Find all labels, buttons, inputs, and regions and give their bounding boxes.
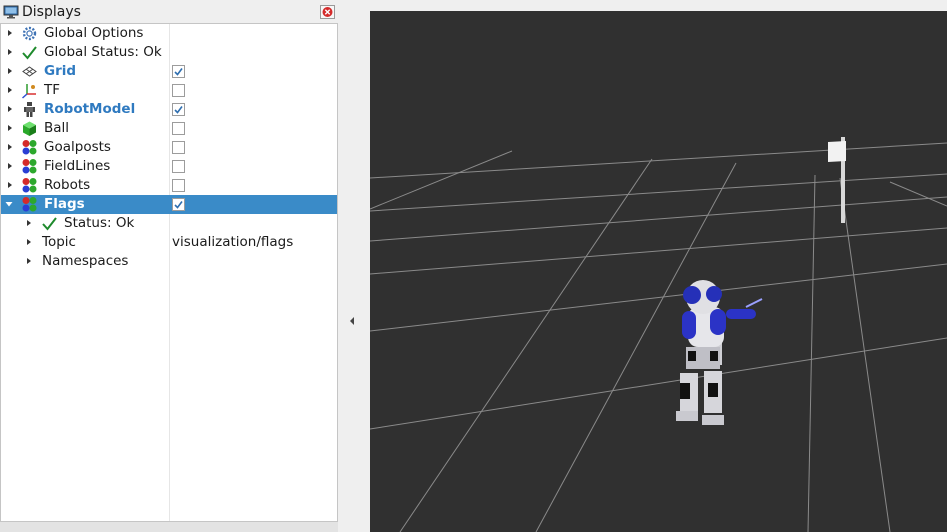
- scene-render: [370, 137, 947, 532]
- tree-row-fieldlines[interactable]: FieldLines: [1, 157, 337, 176]
- expand-arrow-icon[interactable]: [5, 159, 15, 173]
- enable-checkbox[interactable]: [172, 179, 185, 192]
- child-label: Namespaces: [42, 253, 129, 269]
- enable-checkbox[interactable]: [172, 122, 185, 135]
- tree-row-goalposts[interactable]: Goalposts: [1, 138, 337, 157]
- markers-icon: [22, 178, 37, 193]
- child-label: Topic: [42, 234, 76, 250]
- collapse-arrow-icon[interactable]: [4, 197, 14, 211]
- expand-arrow-icon[interactable]: [5, 121, 15, 135]
- enable-checkbox[interactable]: [172, 141, 185, 154]
- check-mark-icon: [174, 68, 183, 76]
- enable-checkbox[interactable]: [172, 198, 185, 211]
- display-label: Flags: [44, 196, 85, 212]
- cube-icon: [23, 121, 36, 136]
- display-label: FieldLines: [44, 158, 111, 174]
- close-icon: [322, 7, 333, 17]
- displays-panel: Displays Global Options Global Status: O…: [0, 0, 339, 532]
- gear-icon: [22, 26, 37, 41]
- displays-tree[interactable]: Global Options Global Status: Ok Grid TF…: [0, 23, 338, 522]
- panel-resize-strip[interactable]: [0, 522, 338, 532]
- markers-icon: [22, 159, 37, 174]
- expand-arrow-icon[interactable]: [5, 140, 15, 154]
- markers-icon: [22, 197, 37, 212]
- expand-arrow-icon[interactable]: [24, 254, 34, 268]
- check-icon: [22, 46, 37, 60]
- markers-icon: [22, 140, 37, 155]
- tree-row-global-options[interactable]: Global Options: [1, 24, 337, 43]
- expand-arrow-icon[interactable]: [5, 102, 15, 116]
- panel-splitter[interactable]: [339, 0, 370, 532]
- display-label: Global Options: [44, 25, 144, 41]
- panel-title: Displays: [22, 4, 81, 20]
- display-label: RobotModel: [44, 101, 136, 117]
- tree-row-robots[interactable]: Robots: [1, 176, 337, 195]
- tree-row-flags[interactable]: Flags: [1, 195, 337, 214]
- child-label: Status: Ok: [64, 215, 135, 231]
- tree-row-global-status[interactable]: Global Status: Ok: [1, 43, 337, 62]
- expand-arrow-icon[interactable]: [24, 216, 34, 230]
- expand-arrow-icon[interactable]: [5, 64, 15, 78]
- check-mark-icon: [174, 106, 183, 114]
- axes-icon: [22, 84, 36, 99]
- display-label: Global Status: Ok: [44, 44, 162, 60]
- expand-arrow-icon[interactable]: [5, 45, 15, 59]
- topic-value[interactable]: visualization/flags: [172, 234, 293, 250]
- expand-arrow-icon[interactable]: [5, 26, 15, 40]
- expand-arrow-icon[interactable]: [24, 235, 34, 249]
- robot-model: [676, 280, 763, 425]
- tree-row-flags-topic[interactable]: Topic visualization/flags: [1, 233, 337, 252]
- display-label: Robots: [44, 177, 91, 193]
- tree-row-robotmodel[interactable]: RobotModel: [1, 100, 337, 119]
- check-mark-icon: [174, 201, 183, 209]
- flag-marker: [828, 137, 846, 223]
- display-label: Ball: [44, 120, 70, 136]
- grid-icon: [22, 66, 37, 77]
- collapse-left-arrow-icon[interactable]: [348, 316, 356, 326]
- monitor-icon: [3, 5, 19, 19]
- enable-checkbox[interactable]: [172, 160, 185, 173]
- expand-arrow-icon[interactable]: [5, 83, 15, 97]
- 3d-viewport[interactable]: [370, 11, 947, 532]
- enable-checkbox[interactable]: [172, 84, 185, 97]
- tree-row-flags-namespaces[interactable]: Namespaces: [1, 252, 337, 271]
- tree-row-tf[interactable]: TF: [1, 81, 337, 100]
- check-icon: [42, 217, 57, 231]
- tree-row-grid[interactable]: Grid: [1, 62, 337, 81]
- display-label: Goalposts: [44, 139, 111, 155]
- tree-row-ball[interactable]: Ball: [1, 119, 337, 138]
- display-label: Grid: [44, 63, 77, 79]
- robot-icon: [24, 102, 35, 117]
- expand-arrow-icon[interactable]: [5, 178, 15, 192]
- enable-checkbox[interactable]: [172, 65, 185, 78]
- panel-titlebar: Displays: [0, 1, 339, 22]
- display-label: TF: [44, 82, 61, 98]
- close-button[interactable]: [320, 5, 335, 19]
- tree-row-flags-status[interactable]: Status: Ok: [1, 214, 337, 233]
- enable-checkbox[interactable]: [172, 103, 185, 116]
